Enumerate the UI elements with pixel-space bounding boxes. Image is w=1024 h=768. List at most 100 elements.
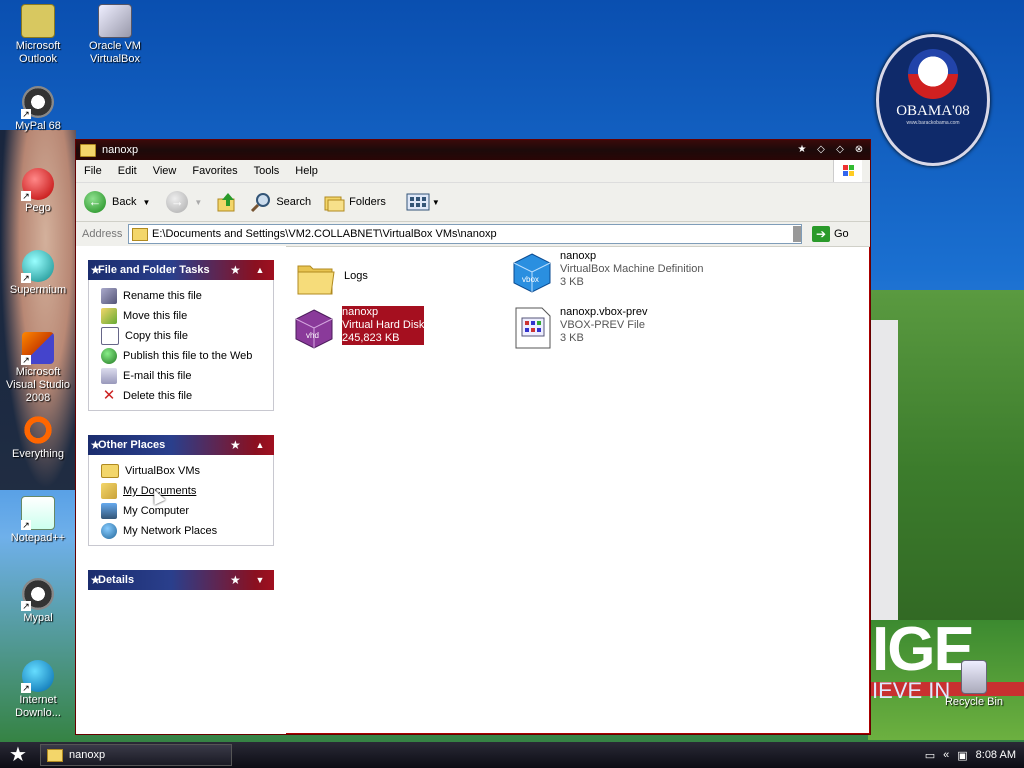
- views-button[interactable]: ▼: [406, 192, 440, 212]
- task-rename[interactable]: Rename this file: [89, 286, 273, 306]
- folders-button[interactable]: Folders: [323, 191, 386, 213]
- file-item-vbox[interactable]: vbox nanoxp VirtualBox Machine Definitio…: [510, 250, 703, 294]
- place-label: VirtualBox VMs: [125, 465, 200, 477]
- desktop-icon-outlook[interactable]: Microsoft Outlook: [0, 4, 76, 66]
- desktop-icon-visual-studio[interactable]: Microsoft Visual Studio 2008: [0, 332, 76, 405]
- star-icon: ★: [230, 573, 241, 587]
- collapse-icon[interactable]: ▲: [252, 260, 268, 280]
- back-button[interactable]: ← Back ▼: [84, 191, 150, 213]
- outlook-icon: [21, 4, 55, 38]
- desktop-icon-mypal[interactable]: Mypal: [0, 578, 76, 625]
- taskbar-item-label: nanoxp: [69, 749, 106, 761]
- file-meta: nanoxp Virtual Hard Disk 245,823 KB: [342, 306, 425, 345]
- details-panel: ★ Details ★ ▼: [88, 570, 274, 590]
- desktop-icon-label: Microsoft Visual Studio 2008: [5, 366, 70, 404]
- panel-title: Other Places: [98, 439, 166, 451]
- taskbar-item-nanoxp[interactable]: nanoxp: [40, 744, 232, 766]
- folders-icon: [324, 196, 345, 212]
- start-button[interactable]: ★: [0, 742, 36, 768]
- collapse-icon[interactable]: ▲: [252, 435, 268, 455]
- file-item-vhd[interactable]: vhd nanoxp Virtual Hard Disk 245,823 KB: [292, 306, 425, 350]
- other-places-header[interactable]: ★ Other Places ★ ▲: [88, 435, 274, 455]
- panel-body: VirtualBox VMs My Documents My Computer …: [88, 455, 274, 546]
- minimize-button[interactable]: ◇: [813, 143, 829, 157]
- menu-tools[interactable]: Tools: [246, 165, 288, 177]
- tray-chevron-icon[interactable]: «: [943, 749, 949, 761]
- expand-icon[interactable]: ▼: [252, 570, 268, 590]
- pego-icon: [21, 168, 54, 201]
- maximize-button[interactable]: ◇: [832, 143, 848, 157]
- file-folder-tasks-panel: ★ File and Folder Tasks ★ ▲ Rename this …: [88, 260, 274, 411]
- desktop-icon-internet-download[interactable]: Internet Downlo...: [0, 660, 76, 720]
- views-icon: [406, 193, 430, 211]
- task-label: Publish this file to the Web: [123, 350, 253, 362]
- place-my-documents[interactable]: My Documents: [89, 481, 273, 501]
- desktop-icon-label: MyPal 68: [15, 120, 61, 132]
- file-type: VBOX-PREV File: [560, 319, 645, 331]
- desktop-icon-pego[interactable]: Pego: [0, 168, 76, 215]
- network-icon[interactable]: ▣: [957, 749, 967, 762]
- task-copy[interactable]: Copy this file: [89, 326, 273, 346]
- address-dropdown[interactable]: [793, 226, 801, 242]
- supermium-icon: [21, 250, 54, 283]
- task-label: Delete this file: [123, 390, 193, 402]
- file-folder-tasks-header[interactable]: ★ File and Folder Tasks ★ ▲: [88, 260, 274, 280]
- delete-icon: ✕: [102, 387, 116, 404]
- go-arrow-icon: ➔: [812, 226, 830, 242]
- menu-favorites[interactable]: Favorites: [184, 165, 245, 177]
- close-button[interactable]: ⊗: [851, 143, 867, 157]
- virtualbox-icon: [98, 4, 132, 38]
- publish-icon: [101, 348, 117, 364]
- desktop-icon-supermium[interactable]: Supermium: [0, 250, 76, 297]
- up-folder-button[interactable]: [216, 191, 238, 213]
- desktop-icon-label: Microsoft Outlook: [15, 40, 61, 65]
- menu-view[interactable]: View: [145, 165, 185, 177]
- forward-button[interactable]: → ▼: [166, 191, 202, 213]
- task-label: Move this file: [123, 310, 188, 322]
- file-meta: nanoxp VirtualBox Machine Definition 3 K…: [560, 250, 703, 289]
- desktop-icon-virtualbox[interactable]: Oracle VM VirtualBox: [77, 4, 153, 66]
- address-input[interactable]: E:\Documents and Settings\VM2.COLLABNET\…: [128, 224, 802, 244]
- up-folder-icon: [217, 193, 235, 212]
- desktop-icon-label: Everything: [12, 448, 64, 460]
- menu-help[interactable]: Help: [287, 165, 326, 177]
- task-email[interactable]: E-mail this file: [89, 366, 273, 386]
- go-button[interactable]: ➔ Go: [812, 226, 849, 242]
- generic-file-icon: [510, 306, 554, 350]
- panel-title: File and Folder Tasks: [98, 264, 210, 276]
- desktop-icon-label: Supermium: [9, 284, 67, 296]
- file-size: 3 KB: [560, 332, 584, 344]
- search-button[interactable]: Search: [250, 191, 311, 213]
- place-my-computer[interactable]: My Computer: [89, 501, 273, 521]
- desktop-icon-everything[interactable]: Everything: [0, 414, 76, 461]
- email-icon: [101, 368, 117, 384]
- star-icon: ★: [230, 438, 241, 452]
- star-icon: ★: [797, 144, 807, 155]
- desktop-icon-label: Pego: [25, 202, 51, 214]
- window-titlebar[interactable]: nanoxp ★ ◇ ◇ ⊗: [76, 140, 870, 160]
- desktop-icon-label: Mypal: [23, 612, 53, 624]
- file-item-logs[interactable]: Logs: [294, 256, 368, 300]
- file-item-vbox-prev[interactable]: nanoxp.vbox-prev VBOX-PREV File 3 KB: [510, 306, 647, 350]
- desktop-icon-mypal68[interactable]: MyPal 68: [0, 86, 76, 133]
- star-icon: ★: [90, 263, 101, 277]
- menu-file[interactable]: File: [76, 165, 110, 177]
- desktop-icon-notepadpp[interactable]: Notepad++: [0, 496, 76, 545]
- desktop-icon-label: Internet Downlo...: [15, 694, 61, 719]
- place-my-network[interactable]: My Network Places: [89, 521, 273, 541]
- task-move[interactable]: Move this file: [89, 306, 273, 326]
- star-icon: ★: [90, 573, 101, 587]
- clock[interactable]: 8:08 AM: [976, 749, 1016, 761]
- menu-edit[interactable]: Edit: [110, 165, 145, 177]
- recycle-bin-icon: [961, 660, 987, 694]
- obama-logo-text: OBAMA'08: [896, 103, 970, 119]
- task-publish[interactable]: Publish this file to the Web: [89, 346, 273, 366]
- place-virtualbox-vms[interactable]: VirtualBox VMs: [89, 461, 273, 481]
- details-header[interactable]: ★ Details ★ ▼: [88, 570, 274, 590]
- task-delete[interactable]: ✕ Delete this file: [89, 386, 273, 406]
- keyboard-icon[interactable]: ▭: [925, 749, 935, 762]
- file-type: VirtualBox Machine Definition: [560, 263, 704, 275]
- taskbar: ★ nanoxp ▭ « ▣ 8:08 AM: [0, 742, 1024, 768]
- svg-text:vbox: vbox: [522, 275, 539, 284]
- desktop-icon-recycle-bin[interactable]: Recycle Bin: [936, 660, 1012, 709]
